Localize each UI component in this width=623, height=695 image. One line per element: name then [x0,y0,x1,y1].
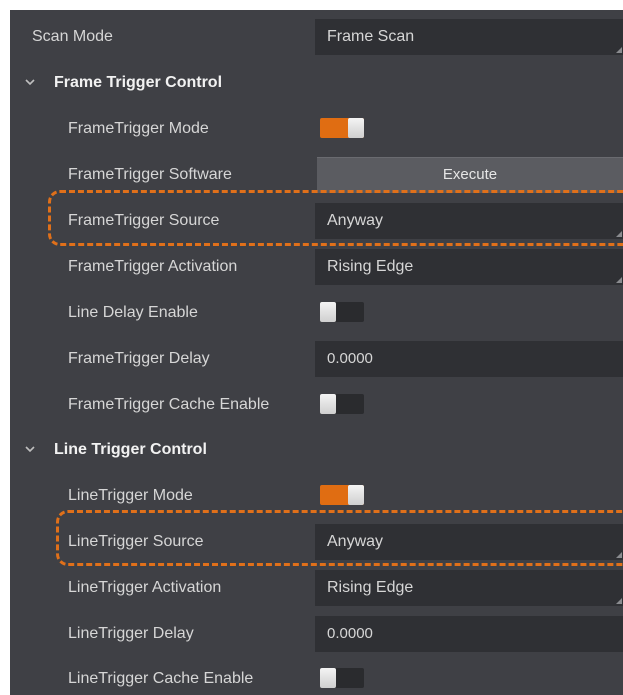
linetrigger-delay-row: LineTrigger Delay 0.0000 [10,611,623,656]
chevron-down-icon[interactable] [24,77,36,87]
linetrigger-delay-input[interactable]: 0.0000 [315,616,623,652]
scan-mode-row: Scan Mode Frame Scan [10,14,623,59]
frametrigger-source-row: FrameTrigger Source Anyway [10,198,623,243]
line-delay-enable-label: Line Delay Enable [68,304,198,321]
toggle-knob [320,668,336,688]
frametrigger-mode-label: FrameTrigger Mode [68,120,209,137]
dropdown-corner-icon [616,47,622,53]
frametrigger-mode-toggle[interactable] [320,118,364,138]
linetrigger-activation-row: LineTrigger Activation Rising Edge [10,565,623,610]
frametrigger-delay-input[interactable]: 0.0000 [315,341,623,377]
frametrigger-cache-enable-toggle[interactable] [320,394,364,414]
linetrigger-mode-row: LineTrigger Mode [10,473,623,518]
toggle-knob [320,302,336,322]
scan-mode-label: Scan Mode [32,28,113,45]
dropdown-corner-icon [616,598,622,604]
frametrigger-delay-label: FrameTrigger Delay [68,350,210,367]
dropdown-corner-icon [616,277,622,283]
linetrigger-activation-value: Rising Edge [327,579,414,596]
frametrigger-source-select[interactable]: Anyway [315,203,623,239]
line-delay-enable-toggle[interactable] [320,302,364,322]
frametrigger-activation-row: FrameTrigger Activation Rising Edge [10,244,623,289]
linetrigger-source-row: LineTrigger Source Anyway [10,519,623,564]
scan-mode-select[interactable]: Frame Scan [315,19,623,55]
toggle-knob [348,118,364,138]
line-trigger-section-header[interactable]: Line Trigger Control [10,427,623,472]
frametrigger-activation-value: Rising Edge [327,258,414,275]
frame-trigger-section-title: Frame Trigger Control [54,74,223,91]
linetrigger-delay-label: LineTrigger Delay [68,625,194,642]
frametrigger-delay-row: FrameTrigger Delay 0.0000 [10,336,623,381]
frame-trigger-section-header[interactable]: Frame Trigger Control [10,60,623,105]
execute-button[interactable]: Execute [317,157,623,193]
frametrigger-activation-select[interactable]: Rising Edge [315,249,623,285]
frametrigger-activation-label: FrameTrigger Activation [68,258,238,275]
frametrigger-mode-row: FrameTrigger Mode [10,106,623,151]
toggle-knob [320,394,336,414]
frametrigger-cache-enable-row: FrameTrigger Cache Enable [10,382,623,427]
linetrigger-mode-toggle[interactable] [320,485,364,505]
linetrigger-activation-label: LineTrigger Activation [68,579,222,596]
chevron-down-icon[interactable] [24,444,36,454]
linetrigger-mode-label: LineTrigger Mode [68,487,193,504]
property-panel: Scan Mode Frame Scan Frame Trigger Contr… [10,10,623,695]
linetrigger-activation-select[interactable]: Rising Edge [315,570,623,606]
linetrigger-source-select[interactable]: Anyway [315,524,623,560]
dropdown-corner-icon [616,552,622,558]
linetrigger-source-label: LineTrigger Source [68,533,204,550]
linetrigger-cache-enable-toggle[interactable] [320,668,364,688]
linetrigger-source-value: Anyway [327,533,384,550]
scan-mode-value: Frame Scan [327,28,415,45]
frametrigger-source-label: FrameTrigger Source [68,212,220,229]
line-trigger-section-title: Line Trigger Control [54,441,207,458]
line-delay-enable-row: Line Delay Enable [10,290,623,335]
frametrigger-software-label: FrameTrigger Software [68,166,232,183]
frametrigger-cache-enable-label: FrameTrigger Cache Enable [68,396,270,413]
linetrigger-cache-enable-label: LineTrigger Cache Enable [68,670,254,687]
toggle-knob [348,485,364,505]
frametrigger-source-value: Anyway [327,212,384,229]
frametrigger-software-row: FrameTrigger Software Execute [10,152,623,197]
dropdown-corner-icon [616,231,622,237]
linetrigger-cache-enable-row: LineTrigger Cache Enable [10,656,623,695]
